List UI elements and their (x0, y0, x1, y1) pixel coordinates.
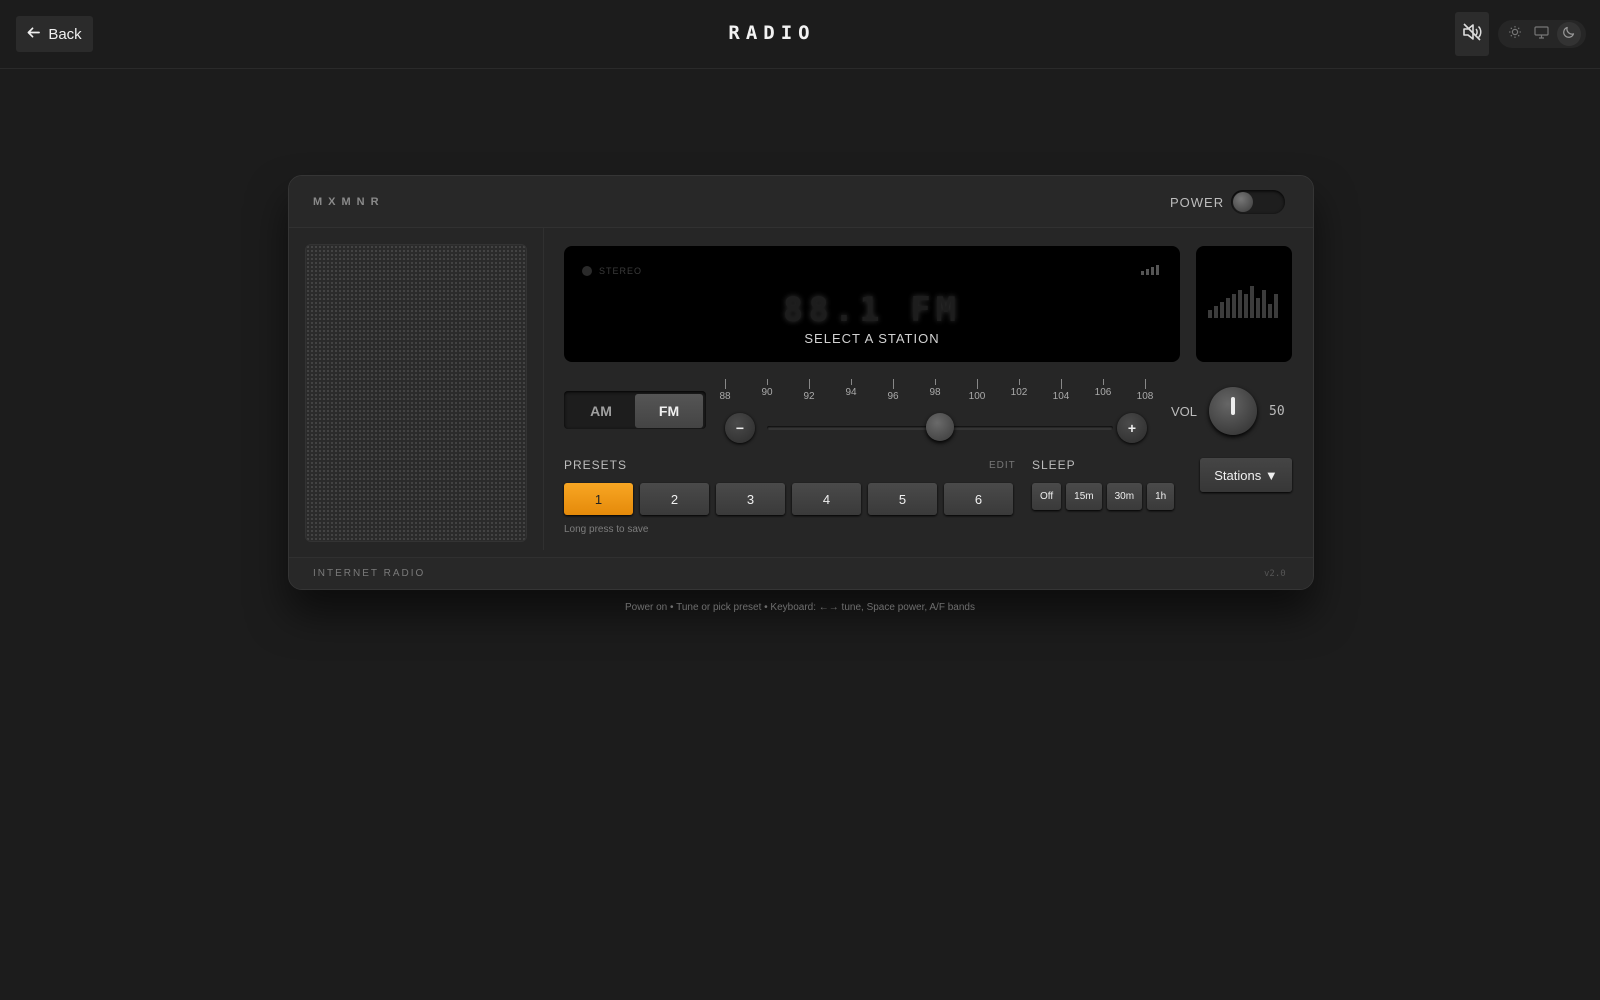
stereo-label: STEREO (599, 266, 643, 276)
tuner-tick: 88 (710, 379, 740, 402)
power-toggle[interactable] (1231, 190, 1285, 214)
power-toggle-knob[interactable] (1233, 192, 1253, 212)
tuner-tick: 96 (878, 379, 908, 402)
tuner-tick: 100 (962, 379, 992, 402)
preset-button-6[interactable]: 6 (944, 483, 1013, 515)
sleep-label: SLEEP (1032, 458, 1076, 472)
tuner-tick: 108 (1130, 379, 1160, 402)
tick-mark (766, 379, 768, 385)
power-label: POWER (1170, 195, 1225, 210)
preset-button-1[interactable]: 1 (564, 483, 633, 515)
audio-visualizer (1196, 246, 1292, 362)
volume-knob[interactable] (1209, 387, 1257, 435)
tuner-scale: 88 90 92 94 96 98 100 102 104 106 108 (719, 379, 1153, 407)
divider (543, 228, 544, 550)
preset-buttons: 123456 (564, 483, 1013, 515)
sleep-option-1h[interactable]: 1h (1147, 483, 1175, 510)
tuner-slider[interactable] (767, 413, 1113, 441)
tick-mark (1060, 379, 1062, 389)
stereo-indicator (582, 266, 592, 276)
speaker-grille (305, 244, 527, 542)
frequency-readout: 88.1 FM (782, 290, 962, 330)
tuner-knob[interactable] (926, 413, 954, 441)
tick-mark (892, 379, 894, 389)
minus-icon: − (735, 420, 745, 436)
band-fm-button[interactable]: FM (635, 394, 703, 428)
tick-label: 96 (887, 391, 899, 402)
brand-label: MXMNR (313, 196, 385, 208)
band-selector: AM FM (564, 391, 706, 429)
footer-label: INTERNET RADIO (313, 568, 426, 579)
page-title: RADIO (728, 22, 816, 44)
volume-knob-indicator (1231, 397, 1235, 415)
tick-label: 104 (1052, 391, 1070, 402)
tick-mark (1102, 379, 1104, 385)
tick-label: 100 (968, 391, 986, 402)
presets-label: PRESETS (564, 458, 628, 472)
volume-value: 50 (1269, 404, 1285, 419)
tuner-tick: 98 (920, 379, 950, 398)
moon-icon (1562, 25, 1576, 44)
plus-icon: + (1127, 420, 1137, 436)
preset-button-5[interactable]: 5 (868, 483, 937, 515)
keyboard-hint: Power on • Tune or pick preset • Keyboar… (625, 602, 975, 613)
tick-label: 92 (803, 391, 815, 402)
band-am-button[interactable]: AM (567, 394, 635, 428)
tune-down-button[interactable]: − (725, 413, 755, 443)
tuner-tick: 102 (1004, 379, 1034, 398)
tick-mark (808, 379, 810, 389)
presets-edit-button[interactable]: EDIT (989, 460, 1016, 471)
top-bar: Back RADIO (0, 0, 1600, 69)
theme-switch (1498, 20, 1586, 48)
tuner-tick: 106 (1088, 379, 1118, 398)
sleep-option-off[interactable]: Off (1032, 483, 1062, 510)
tuner-tick: 90 (752, 379, 782, 398)
tick-label: 102 (1010, 387, 1028, 398)
preset-button-2[interactable]: 2 (640, 483, 709, 515)
tick-mark (1018, 379, 1020, 385)
tune-up-button[interactable]: + (1117, 413, 1147, 443)
frequency-display: STEREO 88.1 FM SELECT A STATION (564, 246, 1180, 362)
tick-mark (976, 379, 978, 389)
volume-label: VOL (1171, 404, 1198, 419)
station-name: SELECT A STATION (804, 331, 940, 346)
tick-label: 106 (1094, 387, 1112, 398)
radio-footer: INTERNET RADIO v2.0 (289, 557, 1313, 589)
tick-mark (934, 379, 936, 385)
sun-icon (1508, 25, 1522, 44)
theme-system-option[interactable] (1530, 22, 1554, 46)
preset-button-3[interactable]: 3 (716, 483, 785, 515)
tuner-tick: 92 (794, 379, 824, 402)
signal-strength-icon (1141, 265, 1159, 275)
stations-dropdown-button[interactable]: Stations ▼ (1200, 458, 1292, 492)
sleep-option-30m[interactable]: 30m (1106, 483, 1143, 510)
tick-label: 94 (845, 387, 857, 398)
mute-button[interactable] (1455, 12, 1489, 56)
visualizer-bars (1208, 276, 1280, 318)
tuner-tick: 104 (1046, 379, 1076, 402)
presets-hint: Long press to save (564, 524, 649, 535)
tick-label: 108 (1136, 391, 1154, 402)
radio-header: MXMNR POWER (289, 176, 1313, 228)
theme-light-option[interactable] (1503, 22, 1527, 46)
tick-mark (724, 379, 726, 389)
monitor-icon (1534, 25, 1550, 44)
tick-label: 98 (929, 387, 941, 398)
preset-button-4[interactable]: 4 (792, 483, 861, 515)
speaker-muted-icon (1461, 21, 1483, 48)
version-label: v2.0 (1264, 569, 1286, 579)
tick-mark (1144, 379, 1146, 389)
sleep-options: Off 15m 30m 1h (1032, 483, 1175, 510)
radio-panel: MXMNR POWER STEREO 88.1 FM SELECT A STAT… (288, 175, 1314, 590)
tuner-tick: 94 (836, 379, 866, 398)
tick-mark (850, 379, 852, 385)
tick-label: 90 (761, 387, 773, 398)
sleep-option-15m[interactable]: 15m (1066, 483, 1102, 510)
tick-label: 88 (719, 391, 731, 402)
theme-dark-option[interactable] (1557, 22, 1582, 46)
